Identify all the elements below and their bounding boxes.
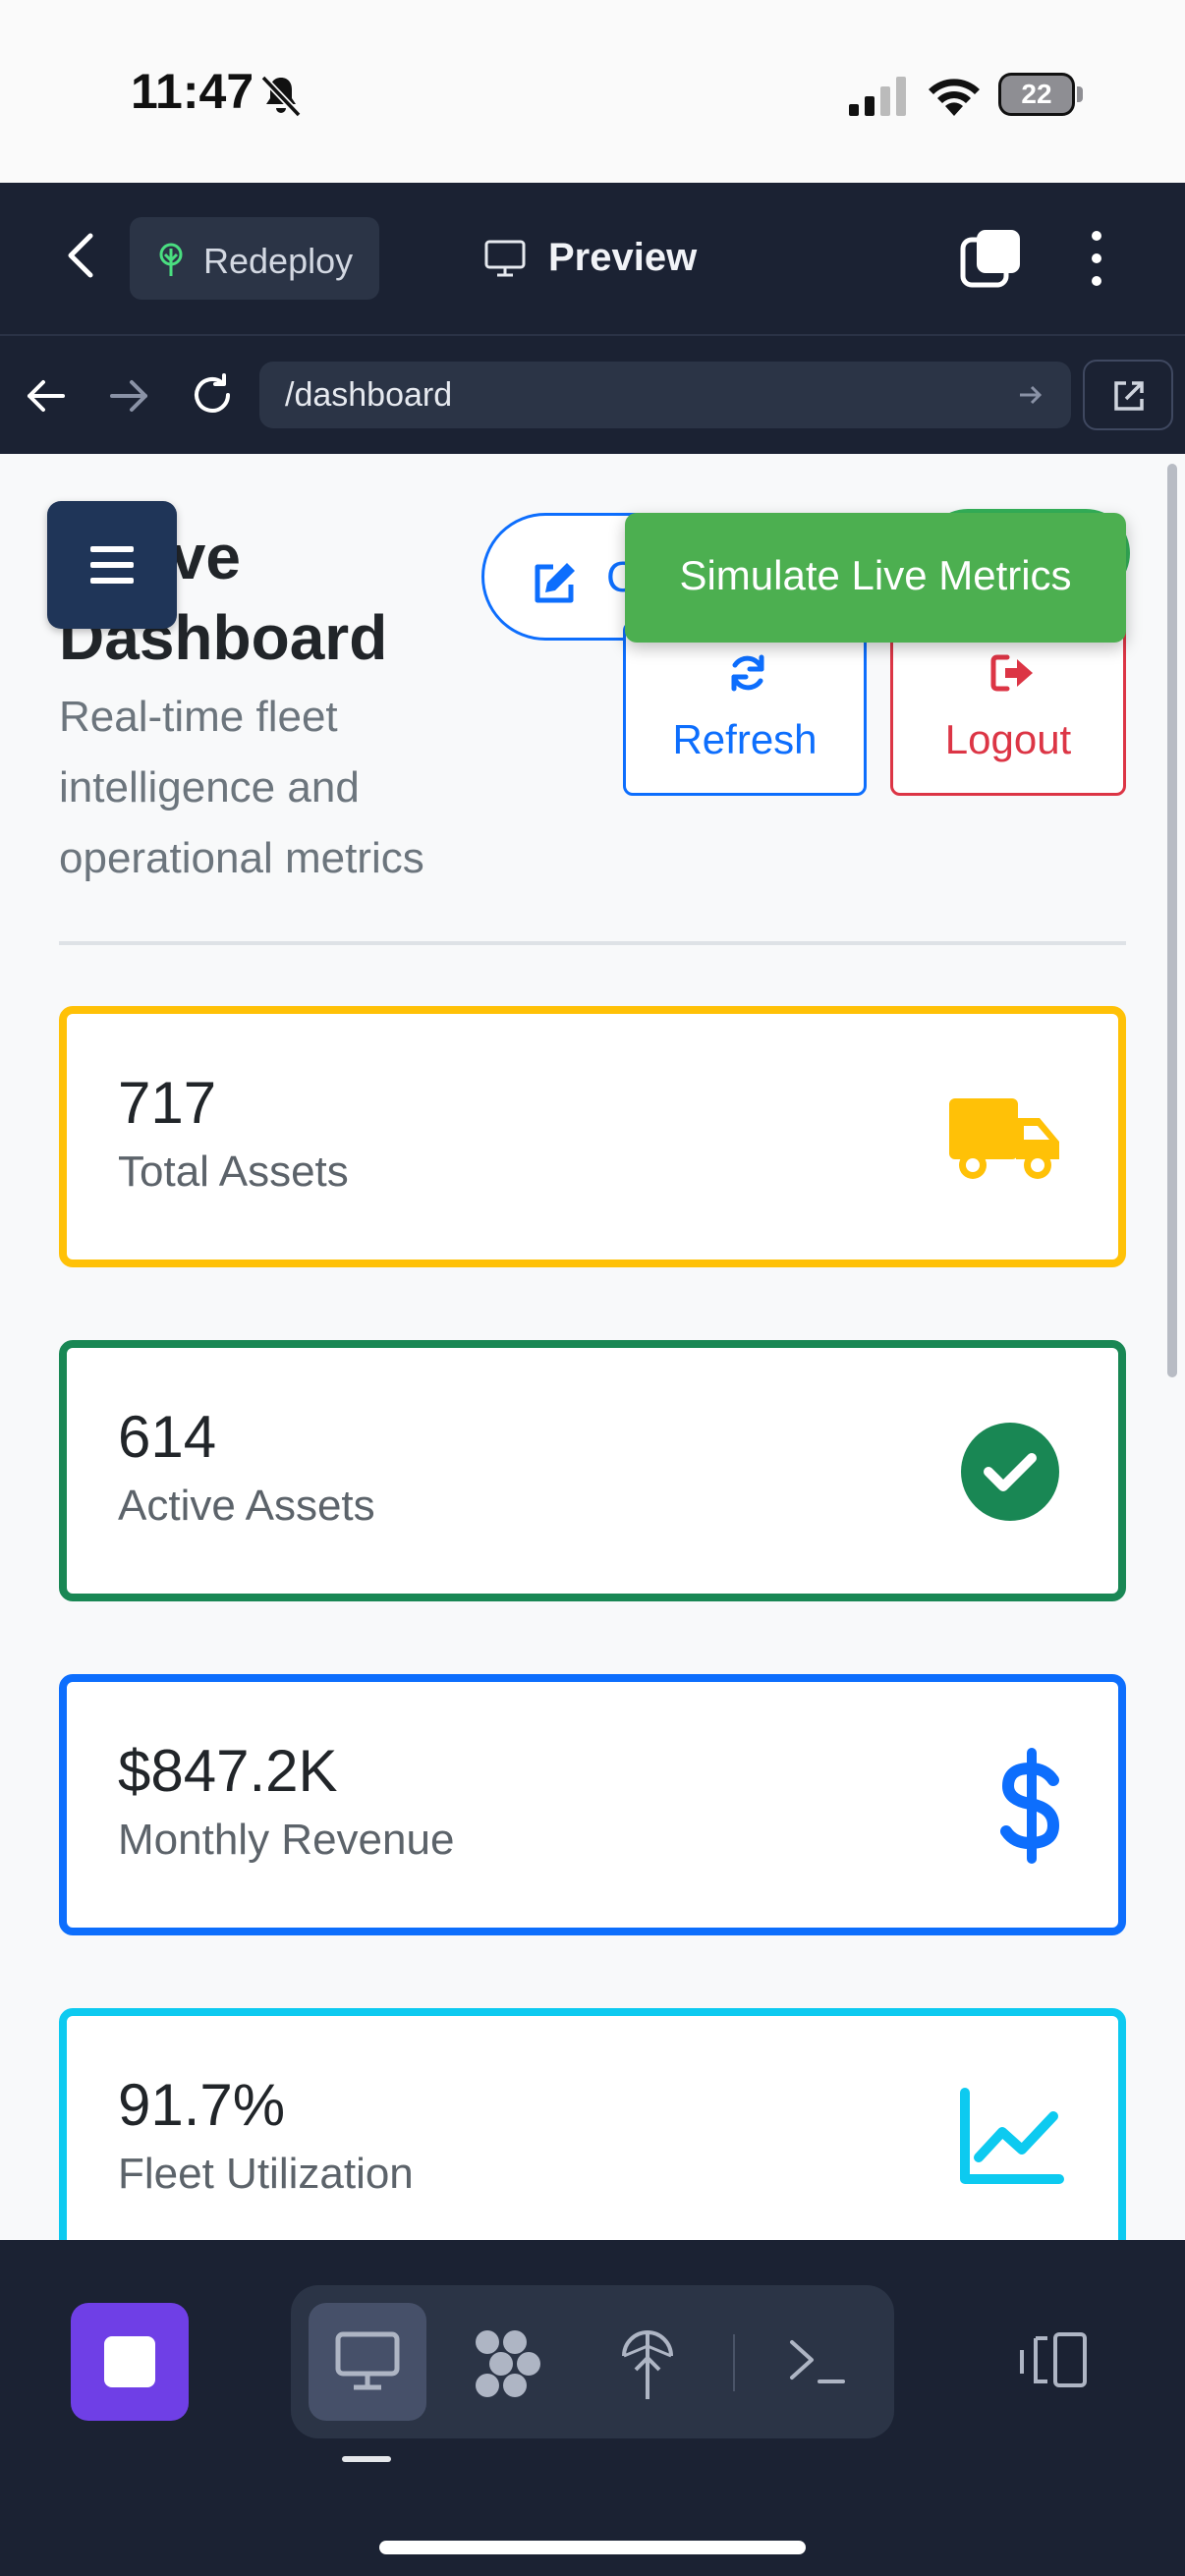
arrow-right-icon[interactable] [106,375,151,417]
cluster-icon[interactable] [472,2328,544,2399]
battery-icon: 22 [998,73,1083,118]
redeploy-button[interactable]: Redeploy [130,217,379,300]
url-path: /dashboard [285,376,453,414]
stat-label: Fleet Utilization [118,2150,414,2198]
windows-icon[interactable] [959,226,1024,291]
sync-icon [731,654,764,692]
stop-button[interactable] [71,2303,189,2421]
preview-label: Preview [548,236,698,279]
toast-text: Simulate Live Metrics [679,552,1072,598]
tree-icon [159,243,183,276]
logout-label: Logout [944,716,1072,762]
stop-square-icon [104,2336,155,2387]
cell-signal-icon [849,77,906,116]
go-arrow-icon[interactable] [1016,381,1044,409]
terminal-icon[interactable] [786,2334,847,2389]
stat-card-monthly-revenue: $847.2K Monthly Revenue [59,1674,1126,1935]
stat-value: 717 [118,1070,217,1136]
stat-value: 91.7% [118,2072,286,2138]
dollar-icon [1000,1748,1060,1864]
check-circle-icon [961,1423,1059,1521]
truck-icon [949,1098,1059,1179]
toast-notification: Simulate Live Metrics [625,513,1126,643]
sign-out-icon [990,654,1033,692]
refresh-label: Refresh [672,716,818,762]
stat-label: Total Assets [118,1148,349,1196]
reload-icon[interactable] [189,371,236,419]
edit-icon [535,563,575,603]
external-link-icon [1114,381,1144,411]
scrollbar-thumb[interactable] [1167,464,1177,1377]
stat-card-total-assets: 717 Total Assets [59,1006,1126,1267]
active-tool-indicator [342,2456,391,2462]
monitor-icon[interactable] [334,2330,401,2393]
home-indicator[interactable] [379,2541,806,2554]
battery-percent: 22 [1021,79,1052,109]
stat-label: Active Assets [118,1482,375,1530]
stat-value: 614 [118,1404,217,1470]
stat-card-active-assets: 614 Active Assets [59,1340,1126,1601]
redeploy-label: Redeploy [203,241,354,281]
wifi-icon [929,79,980,116]
status-bar: 11:47 22 [0,0,1185,183]
page-subtitle: Real-time fleet intelligence and operati… [59,693,424,882]
url-field[interactable]: /dashboard [259,362,1071,428]
section-divider [59,941,1126,945]
dashboard-content: cutive Dashboard Real-time fleet intelli… [0,454,1185,2240]
back-chevron-icon[interactable] [59,228,106,283]
stat-label: Monthly Revenue [118,1816,455,1864]
url-bar: /dashboard [0,336,1185,454]
tool-separator [733,2334,735,2391]
arrow-left-icon[interactable] [24,375,69,417]
stat-card-fleet-utilization: 91.7% Fleet Utilization [59,2008,1126,2240]
stat-value: $847.2K [118,1738,338,1804]
tool-switcher [291,2285,894,2438]
status-time: 11:47 [131,64,254,119]
logout-button[interactable]: Logout [890,621,1126,796]
app-top-bar: Redeploy Preview [0,183,1185,336]
hamburger-icon [90,546,134,584]
refresh-button[interactable]: Refresh [623,621,867,796]
monitor-icon [484,240,526,277]
open-external-button[interactable] [1083,360,1173,430]
menu-button[interactable] [47,501,177,629]
device-toggle-icon[interactable] [1018,2330,1089,2389]
more-vertical-icon[interactable] [1077,226,1116,291]
bell-muted-icon [260,75,302,118]
deploy-icon[interactable] [619,2326,676,2401]
chart-line-icon [960,2088,1064,2184]
bottom-toolbar [0,2240,1185,2576]
